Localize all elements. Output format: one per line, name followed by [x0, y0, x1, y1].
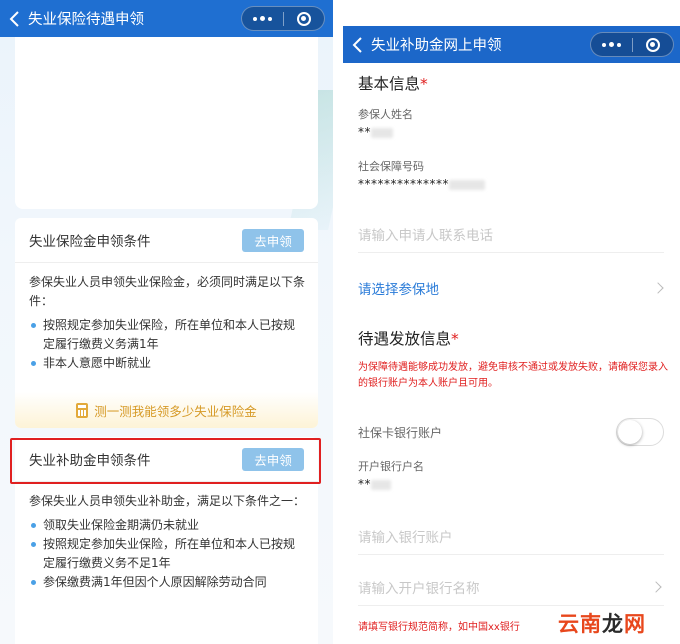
- calculator-link[interactable]: 测一测我能领多少失业保险金: [15, 392, 318, 428]
- ss-card-toggle[interactable]: [616, 418, 664, 446]
- location-select-text: 请选择参保地: [358, 282, 439, 298]
- calculator-link-text: 测一测我能领多少失业保险金: [94, 403, 257, 419]
- phone-input[interactable]: 请输入申请人联系电话: [358, 215, 664, 253]
- left-screen: 失业保险待遇申领 失业保险金申领条件 去申领 参保失业人员申领失业保险金，必须同…: [0, 0, 333, 644]
- account-name-value-text: **: [358, 477, 371, 491]
- banner-card: [15, 37, 318, 209]
- site-watermark: 云南龙网: [558, 608, 646, 638]
- apply-button[interactable]: 去申领: [242, 228, 304, 252]
- close-circle-icon: [296, 11, 311, 26]
- redaction-blur: [371, 127, 393, 138]
- unemployment-insurance-card: 失业保险金申领条件 去申领 参保失业人员申领失业保险金，必须同时满足以下条件： …: [15, 218, 318, 428]
- back-button[interactable]: [343, 26, 371, 63]
- dot-icon: [602, 42, 606, 47]
- watermark-part: 网: [624, 612, 646, 636]
- watermark-part: 云南: [558, 612, 602, 636]
- dot-icon: [617, 42, 621, 47]
- dot-icon: [268, 16, 272, 21]
- divider: [15, 262, 318, 263]
- condition-list: 按照规定参加失业保险，所在单位和本人已按规定履行缴费义务满1年 非本人意愿中断就…: [29, 316, 306, 373]
- mini-program-capsule: [590, 32, 674, 57]
- left-nav-bar: 失业保险待遇申领: [0, 0, 333, 37]
- bank-name-placeholder: 请输入开户银行名称: [358, 580, 480, 597]
- watermark-part: 龙: [602, 612, 624, 636]
- chevron-right-icon: [652, 282, 664, 294]
- card-intro: 参保失业人员申领失业补助金，满足以下条件之一：: [29, 494, 306, 508]
- close-button[interactable]: [633, 33, 673, 56]
- highlight-box: [10, 438, 321, 484]
- mini-program-capsule: [241, 6, 325, 31]
- calculator-icon: [76, 402, 89, 418]
- required-mark: *: [451, 330, 459, 348]
- payment-notice: 为保障待遇能够成功发放，避免审核不通过或发放失败，请确保您录入的银行账户为本人账…: [358, 362, 668, 389]
- section-title-payment: 待遇发放信息*: [358, 327, 459, 349]
- list-item: 按照规定参加失业保险，所在单位和本人已按规定履行缴费义务满1年: [29, 316, 306, 354]
- card-body: 参保失业人员申领失业保险金，必须同时满足以下条件： 按照规定参加失业保险，所在单…: [29, 273, 306, 373]
- name-value-text: **: [358, 125, 371, 139]
- bank-name-input[interactable]: 请输入开户银行名称: [358, 568, 664, 606]
- ssn-value-text: **************: [358, 177, 449, 191]
- list-item: 非本人意愿中断就业: [29, 354, 306, 373]
- top-spacer: [343, 0, 680, 26]
- toggle-knob: [618, 420, 642, 444]
- page-title: 失业补助金网上申领: [371, 38, 502, 54]
- card-intro: 参保失业人员申领失业保险金，必须同时满足以下条件：: [29, 275, 306, 308]
- close-button[interactable]: [284, 7, 324, 30]
- account-name-label: 开户银行户名: [358, 460, 424, 473]
- right-nav-bar: 失业补助金网上申领: [343, 26, 680, 63]
- account-name-value: **: [358, 477, 391, 491]
- ssn-label: 社会保障号码: [358, 160, 424, 173]
- dot-icon: [609, 42, 614, 47]
- page-title: 失业保险待遇申领: [28, 12, 144, 28]
- section-title-basic: 基本信息*: [358, 72, 428, 94]
- dot-icon: [253, 16, 257, 21]
- bank-account-input[interactable]: 请输入银行账户: [358, 517, 664, 555]
- location-select[interactable]: 请选择参保地: [358, 273, 666, 303]
- section-title-text: 基本信息: [358, 75, 421, 93]
- card-title: 失业保险金申领条件: [29, 234, 151, 250]
- card-body: 参保失业人员申领失业补助金，满足以下条件之一： 领取失业保险金期满仍未就业 按照…: [29, 492, 306, 592]
- name-value: **: [358, 125, 393, 139]
- list-item: 领取失业保险金期满仍未就业: [29, 516, 306, 535]
- name-label: 参保人姓名: [358, 108, 413, 121]
- back-arrow-icon: [9, 10, 19, 27]
- back-arrow-icon: [352, 36, 362, 53]
- bank-name-hint: 请填写银行规范简称，如中国xx银行: [358, 622, 520, 633]
- ss-card-label: 社保卡银行账户: [358, 425, 443, 440]
- chevron-right-icon: [650, 580, 662, 593]
- list-item: 按照规定参加失业保险，所在单位和本人已按规定履行缴费义务不足1年: [29, 535, 306, 573]
- condition-list: 领取失业保险金期满仍未就业 按照规定参加失业保险，所在单位和本人已按规定履行缴费…: [29, 516, 306, 592]
- section-title-text: 待遇发放信息: [358, 330, 452, 348]
- more-menu-button[interactable]: [242, 7, 283, 30]
- ssn-value: **************: [358, 177, 485, 191]
- close-circle-icon: [645, 37, 660, 52]
- more-menu-button[interactable]: [591, 33, 632, 56]
- back-button[interactable]: [0, 0, 28, 37]
- list-item: 参保缴费满1年但因个人原因解除劳动合同: [29, 573, 306, 592]
- dot-icon: [260, 16, 265, 21]
- ss-card-row: 社保卡银行账户: [358, 417, 664, 447]
- right-screen: 失业补助金网上申领 基本信息* 参保人姓名 ** 社会保障号码 ********…: [343, 0, 680, 644]
- redaction-blur: [449, 179, 485, 190]
- redaction-blur: [371, 479, 391, 490]
- required-mark: *: [420, 75, 428, 93]
